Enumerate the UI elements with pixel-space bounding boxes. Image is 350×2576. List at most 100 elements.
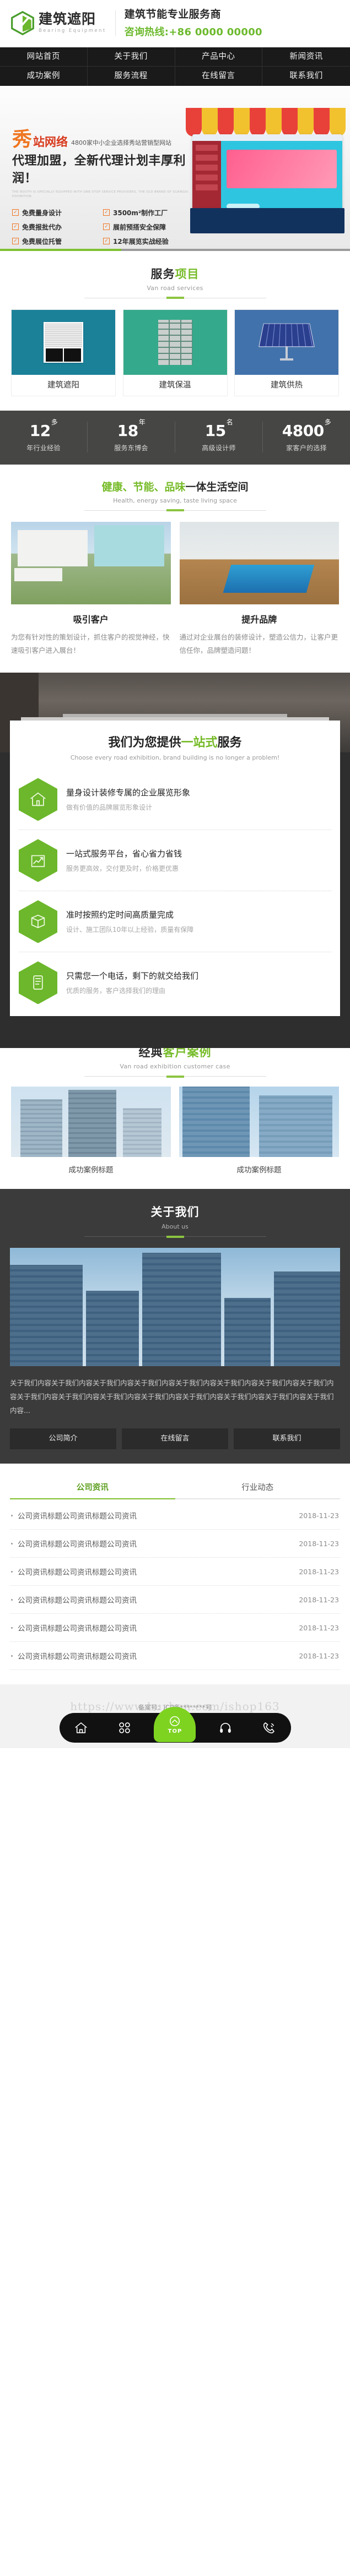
about-contact-button[interactable]: 联系我们 <box>234 1428 340 1450</box>
dock-support-button[interactable] <box>211 1713 240 1742</box>
case-caption: 成功案例标题 <box>236 1166 282 1175</box>
stat-number: 4800多 <box>263 418 350 439</box>
dock-call-button[interactable] <box>255 1713 283 1742</box>
banner-progress-strip <box>0 248 350 251</box>
banner-feature: ✓ 展前预搭安全保障 <box>103 222 194 232</box>
header-slogan: 建筑节能专业服务商 <box>124 8 222 20</box>
stat-item: 15名 高级设计师 <box>175 418 263 452</box>
banner-feature-label: 免费量身设计 <box>22 209 62 217</box>
news-item[interactable]: 公司资讯标题公司资讯标题公司资讯 2018-11-23 <box>10 1558 340 1586</box>
services-title-green: 项目 <box>175 267 200 281</box>
tab-company-news[interactable]: 公司资讯 <box>10 1476 175 1500</box>
about-message-button[interactable]: 在线留言 <box>122 1428 228 1450</box>
case-card[interactable]: 成功案例标题 <box>179 1087 339 1175</box>
banner-brand-xiu: 秀 <box>12 128 32 151</box>
news-title: 公司资讯标题公司资讯标题公司资讯 <box>18 1652 137 1662</box>
about-buttons: 公司简介 在线留言 联系我们 <box>10 1428 340 1450</box>
onestop-section: 我们为您提供一站式服务 Choose every road exhibition… <box>0 673 350 1049</box>
news-date: 2018-11-23 <box>299 1623 339 1632</box>
news-item[interactable]: 公司资讯标题公司资讯标题公司资讯 2018-11-23 <box>10 1586 340 1614</box>
hero-banner[interactable]: 秀 站网络 4800家中小企业选择秀站营销型网站 代理加盟，全新代理计划丰厚利润… <box>0 85 350 251</box>
health-column-text: 为您有针对性的策划设计，抓住客户的视觉神经，快速吸引客户进入展台！ <box>11 632 170 655</box>
nav-item-message[interactable]: 在线留言 <box>175 66 263 86</box>
scroll-top-icon <box>170 1716 180 1727</box>
site-footer: https://www.huzhan.com/ishop163 备案号：ICP备… <box>0 1684 350 1749</box>
stats-bar: 12多 年行业经验 18年 服务东博会 15名 高级设计师 4800多 家客户的… <box>0 410 350 465</box>
nav-item-news[interactable]: 新闻资讯 <box>262 47 350 67</box>
news-title: 公司资讯标题公司资讯标题公司资讯 <box>18 1624 137 1634</box>
stat-value: 15 <box>204 421 226 440</box>
dock-apps-button[interactable] <box>110 1713 139 1742</box>
about-text: 关于我们内容关于我们内容关于我们内容关于我们内容关于我们内容关于我们内容关于我们… <box>10 1379 334 1415</box>
banner-feature-label: 12年展览实战经验 <box>113 237 169 245</box>
check-icon: ✓ <box>12 209 19 216</box>
skyscrapers-looking-up-photo <box>10 1248 340 1367</box>
bullet-icon <box>11 1655 13 1657</box>
villa-pool-photo <box>179 521 339 604</box>
news-date: 2018-11-23 <box>299 1595 339 1604</box>
banner-feature-label: 3500m²制作工厂 <box>113 209 168 217</box>
news-date: 2018-11-23 <box>299 1567 339 1576</box>
villa-garden-photo <box>11 521 171 604</box>
health-column-text: 通过对企业展台的装修设计，塑造公信力，让客户更信任你，品牌塑造问题！ <box>179 632 338 655</box>
onestop-feature-row[interactable]: 只需您一个电话，剩下的就交给我们 优质的服务，客户选择我们的理由 <box>19 952 331 1013</box>
stat-unit: 多 <box>324 418 331 427</box>
dock-top-label: TOP <box>168 1728 182 1735</box>
onestop-title: 我们为您提供一站式服务 <box>10 733 340 750</box>
dock-home-button[interactable] <box>67 1713 95 1742</box>
case-caption: 成功案例标题 <box>68 1166 114 1175</box>
banner-feature: ✓ 免费量身设计 <box>12 208 103 217</box>
main-navigation: 网站首页 关于我们 产品中心 新闻资讯 成功案例 服务流程 在线留言 联系我们 <box>0 47 350 86</box>
check-icon: ✓ <box>103 238 110 245</box>
chart-growth-icon <box>19 839 57 882</box>
onestop-feature-list: 量身设计装修专属的企业展览形象 做有价值的品牌展览形象设计 一站式服务平台，省心… <box>10 761 340 1016</box>
package-box-icon <box>19 900 57 943</box>
about-title: 关于我们 <box>150 1205 200 1219</box>
header-hotline[interactable]: 咨询热线:+86 0000 00000 <box>125 24 262 39</box>
news-item[interactable]: 公司资讯标题公司资讯标题公司资讯 2018-11-23 <box>10 1642 340 1671</box>
banner-feature-label: 免费展位托管 <box>22 237 62 245</box>
hotline-number: +86 0000 00000 <box>169 26 262 38</box>
news-item[interactable]: 公司资讯标题公司资讯标题公司资讯 2018-11-23 <box>10 1530 340 1558</box>
product-name: 建筑供热 <box>271 380 303 390</box>
stat-value: 18 <box>117 421 138 440</box>
news-date: 2018-11-23 <box>299 1511 339 1520</box>
about-profile-button[interactable]: 公司简介 <box>10 1428 116 1450</box>
product-card-list: 建筑遮阳 建筑保温 建筑供热 <box>0 298 350 411</box>
onestop-title-part2: 服务 <box>217 736 242 750</box>
onestop-feature-row[interactable]: 准时按照约定时间高质量完成 设计、施工团队10年以上经验，质量有保障 <box>19 891 331 953</box>
health-title: 健康、节能、品味一体生活空间 <box>0 479 350 494</box>
product-card[interactable]: 建筑供热 <box>234 309 339 396</box>
headset-support-icon <box>219 1723 231 1733</box>
nav-item-home[interactable]: 网站首页 <box>0 47 88 67</box>
case-card[interactable]: 成功案例标题 <box>11 1087 171 1175</box>
stat-number: 12多 <box>0 418 87 439</box>
bullet-icon <box>11 1598 13 1601</box>
onestop-feature-row[interactable]: 一站式服务平台，省心省力省钱 服务更高效，交付更及时，价格更优惠 <box>19 830 331 892</box>
news-date: 2018-11-23 <box>299 1651 339 1660</box>
nav-item-process[interactable]: 服务流程 <box>88 66 175 86</box>
nav-item-about[interactable]: 关于我们 <box>87 47 175 67</box>
feature-desc: 设计、施工团队10年以上经验，质量有保障 <box>66 926 194 934</box>
news-item[interactable]: 公司资讯标题公司资讯标题公司资讯 2018-11-23 <box>10 1502 340 1530</box>
bullet-icon <box>11 1570 13 1573</box>
banner-headline: 代理加盟，全新代理计划丰厚利润！ <box>12 154 186 186</box>
news-item[interactable]: 公司资讯标题公司资讯标题公司资讯 2018-11-23 <box>10 1614 340 1642</box>
health-subtitle: Health, energy saving, taste living spac… <box>113 496 237 504</box>
grid-apps-icon <box>119 1722 131 1734</box>
product-card[interactable]: 建筑保温 <box>122 309 228 396</box>
onestop-title-part1: 我们为您提供 <box>108 736 181 750</box>
health-title-green: 健康、节能、品味 <box>101 481 186 493</box>
product-card[interactable]: 建筑遮阳 <box>11 309 116 396</box>
stat-label: 高级设计师 <box>202 444 236 452</box>
nav-item-products[interactable]: 产品中心 <box>175 47 263 67</box>
feature-title: 准时按照约定时间高质量完成 <box>66 909 174 920</box>
stat-number: 15名 <box>175 418 262 440</box>
logo[interactable]: 建筑遮阳 Bearing Equipment <box>10 10 116 36</box>
tab-industry-news[interactable]: 行业动态 <box>175 1476 341 1498</box>
home-icon <box>19 778 57 821</box>
nav-item-contact[interactable]: 联系我们 <box>262 67 350 86</box>
onestop-feature-row[interactable]: 量身设计装修专属的企业展览形象 做有价值的品牌展览形象设计 <box>19 769 331 831</box>
nav-item-cases[interactable]: 成功案例 <box>0 66 88 86</box>
stat-item: 12多 年行业经验 <box>0 418 88 452</box>
